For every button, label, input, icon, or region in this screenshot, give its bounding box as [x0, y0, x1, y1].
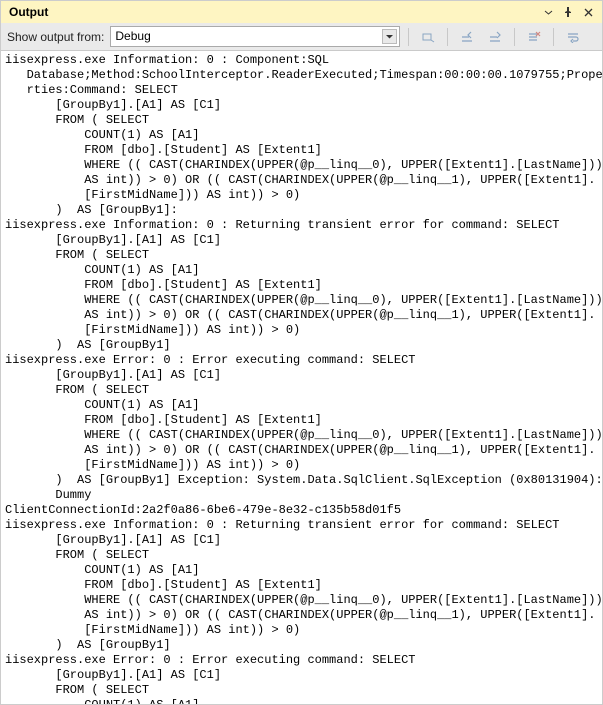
output-source-selected: Debug	[115, 29, 150, 43]
chevron-down-icon	[382, 29, 397, 44]
toolbar-separator	[408, 28, 409, 46]
pin-icon[interactable]	[558, 3, 578, 21]
window-options-icon[interactable]	[538, 3, 558, 21]
output-text-pane[interactable]: iisexpress.exe Information: 0 : Componen…	[1, 51, 602, 704]
toolbar-separator	[553, 28, 554, 46]
prev-message-icon[interactable]	[456, 26, 478, 48]
toolbar-separator	[447, 28, 448, 46]
output-window-titlebar: Output	[1, 1, 602, 23]
output-source-dropdown[interactable]: Debug	[110, 26, 400, 47]
toolbar-separator	[514, 28, 515, 46]
clear-all-icon[interactable]	[523, 26, 545, 48]
next-message-icon[interactable]	[484, 26, 506, 48]
output-window-title: Output	[9, 5, 538, 19]
find-message-icon[interactable]	[417, 26, 439, 48]
word-wrap-icon[interactable]	[562, 26, 584, 48]
show-output-from-label: Show output from:	[7, 30, 104, 44]
close-icon[interactable]	[578, 3, 598, 21]
output-toolbar: Show output from: Debug	[1, 23, 602, 51]
